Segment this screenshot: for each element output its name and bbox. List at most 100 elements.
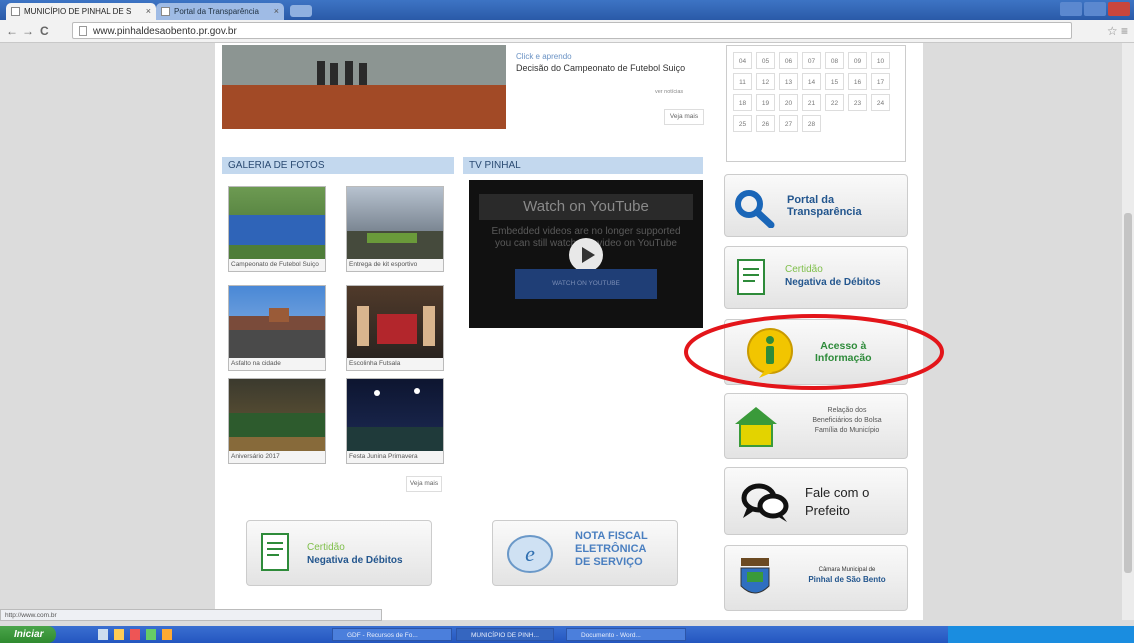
browser-tab-bar: MUNICÍPIO DE PINHAL DE S × Portal da Tra… (0, 0, 1134, 20)
calendar-day[interactable]: 23 (848, 94, 867, 111)
news-link-title[interactable]: Click e aprendo (516, 52, 686, 61)
scrollbar[interactable] (1122, 43, 1134, 620)
more-news-link[interactable]: ver notícias (655, 89, 683, 95)
gallery-caption: Campeonato de Futebol Suiço (231, 261, 319, 268)
camara-municipal-button[interactable]: Câmara Municipal de Pinhal de São Bento (724, 545, 908, 611)
back-button[interactable]: ← (6, 23, 18, 39)
app-icon[interactable] (146, 629, 156, 640)
calendar-day[interactable]: 28 (802, 115, 821, 132)
gallery-item[interactable]: Festa Junina Primavera (346, 378, 444, 464)
news-text: Decisão do Campeonato de Futebol Suiço (516, 63, 686, 73)
calendar-day[interactable]: 15 (825, 73, 844, 90)
calendar-day[interactable]: 04 (733, 52, 752, 69)
certidao-line1: Certidão (785, 264, 823, 275)
page-favicon-icon (161, 7, 170, 16)
play-icon[interactable] (569, 238, 603, 272)
new-tab-button[interactable] (290, 5, 312, 17)
app-icon[interactable] (114, 629, 124, 640)
close-window-button[interactable] (1108, 2, 1130, 16)
calendar-day[interactable]: 13 (779, 73, 798, 90)
page-favicon-icon (11, 7, 20, 16)
magnifier-icon (733, 188, 777, 228)
tab-close-icon[interactable]: × (274, 3, 279, 20)
tab-label: Portal da Transparência (174, 7, 259, 16)
calendar-day[interactable]: 25 (733, 115, 752, 132)
calendar-day[interactable]: 06 (779, 52, 798, 69)
calendar-day[interactable]: 21 (802, 94, 821, 111)
gallery-item[interactable]: Asfalto na cidade (228, 285, 326, 371)
gallery-photo (229, 286, 325, 358)
task-item[interactable]: GDF - Recursos de Fo... (332, 628, 452, 641)
gallery-see-more-button[interactable]: Veja mais (406, 476, 442, 492)
calendar-day[interactable]: 07 (802, 52, 821, 69)
watch-on-youtube-button[interactable]: WATCH ON YOUTUBE (515, 269, 657, 299)
bolsa-line1: Relação dos (827, 407, 867, 414)
tab-municipio[interactable]: MUNICÍPIO DE PINHAL DE S × (6, 3, 156, 20)
gallery-item[interactable]: Entrega de kit esportivo (346, 186, 444, 272)
gallery-photo (229, 379, 325, 451)
bolsa-familia-button[interactable]: Relação dos Beneficiários do Bolsa Famíl… (724, 393, 908, 459)
calendar-day[interactable]: 16 (848, 73, 867, 90)
embed-message-1: Embedded videos are no longer supported (491, 226, 681, 237)
calendar-day[interactable]: 24 (871, 94, 890, 111)
calendar-day[interactable]: 26 (756, 115, 775, 132)
gallery-item[interactable]: Escolinha Futsala (346, 285, 444, 371)
calendar-day[interactable]: 10 (871, 52, 890, 69)
gallery-item[interactable]: Aniversário 2017 (228, 378, 326, 464)
nota-line3: DE SERVIÇO (575, 556, 643, 568)
calendar-day[interactable]: 22 (825, 94, 844, 111)
address-bar[interactable]: www.pinhaldesaobento.pr.gov.br (72, 22, 1072, 39)
calendar-day[interactable]: 17 (871, 73, 890, 90)
tv-header: TV PINHAL (463, 157, 703, 174)
tab-close-icon[interactable]: × (146, 3, 151, 20)
start-button[interactable]: Iniciar (0, 626, 56, 643)
forward-button[interactable]: → (22, 23, 34, 39)
calendar-day[interactable]: 18 (733, 94, 752, 111)
calendar-day[interactable]: 08 (825, 52, 844, 69)
calendar-day[interactable]: 27 (779, 115, 798, 132)
reload-button[interactable]: C (40, 23, 49, 39)
watch-on-youtube-title[interactable]: Watch on YouTube (479, 194, 693, 220)
calendar-day[interactable]: 11 (733, 73, 752, 90)
bolsa-line3: Família do Município (814, 427, 880, 434)
bottom-certidao-button[interactable]: Certidão Negativa de Débitos (246, 520, 432, 586)
minimize-button[interactable] (1060, 2, 1082, 16)
youtube-embed[interactable]: Watch on YouTube Embedded videos are no … (469, 180, 703, 328)
nota-line2: ELETRÔNICA (575, 543, 647, 555)
bolsa-line2: Beneficiários do Bolsa (812, 417, 882, 424)
task-item[interactable]: Documento - Word... (566, 628, 686, 641)
maximize-button[interactable] (1084, 2, 1106, 16)
star-icon[interactable]: ☆ ≡ (1107, 24, 1128, 38)
app-icon[interactable] (162, 629, 172, 640)
quick-launch (98, 629, 288, 640)
news-photo[interactable] (222, 45, 506, 129)
url-text: www.pinhaldesaobento.pr.gov.br (93, 26, 237, 37)
calendar-day[interactable]: 14 (802, 73, 821, 90)
app-icon[interactable] (98, 629, 108, 640)
nota-line1: NOTA FISCAL (575, 530, 648, 542)
task-item[interactable]: MUNICÍPIO DE PINH... (456, 628, 554, 641)
app-icon[interactable] (130, 629, 140, 640)
news-see-more-button[interactable]: Veja mais (664, 109, 704, 125)
chat-bubbles-icon (739, 480, 791, 526)
certificate-icon (259, 531, 293, 575)
portal-transparencia-button[interactable]: Portal da Transparência (724, 174, 908, 237)
gallery-photo (347, 286, 443, 358)
gallery-item[interactable]: Campeonato de Futebol Suiço (228, 186, 326, 272)
calendar-day[interactable]: 20 (779, 94, 798, 111)
scrollbar-thumb[interactable] (1124, 213, 1132, 573)
tab-portal-transparencia[interactable]: Portal da Transparência × (156, 3, 284, 20)
page-icon (79, 26, 87, 36)
calendar-day[interactable]: 12 (756, 73, 775, 90)
fale-com-prefeito-button[interactable]: Fale com o Prefeito (724, 467, 908, 535)
nota-fiscal-button[interactable]: e NOTA FISCAL ELETRÔNICA DE SERVIÇO (492, 520, 678, 586)
status-bar: http://www.com.br (0, 609, 382, 621)
gallery-caption: Asfalto na cidade (231, 360, 281, 367)
certidao-negativa-button[interactable]: Certidão Negativa de Débitos (724, 246, 908, 309)
calendar-grid: 04 05 06 07 08 09 10 11 12 13 14 15 16 17 18 19 20 21 22 23… (733, 52, 890, 132)
gallery-photo (347, 187, 443, 259)
browser-toolbar: ← → C www.pinhaldesaobento.pr.gov.br ☆ ≡ (0, 20, 1134, 43)
calendar-day[interactable]: 05 (756, 52, 775, 69)
calendar-day[interactable]: 09 (848, 52, 867, 69)
calendar-day[interactable]: 19 (756, 94, 775, 111)
